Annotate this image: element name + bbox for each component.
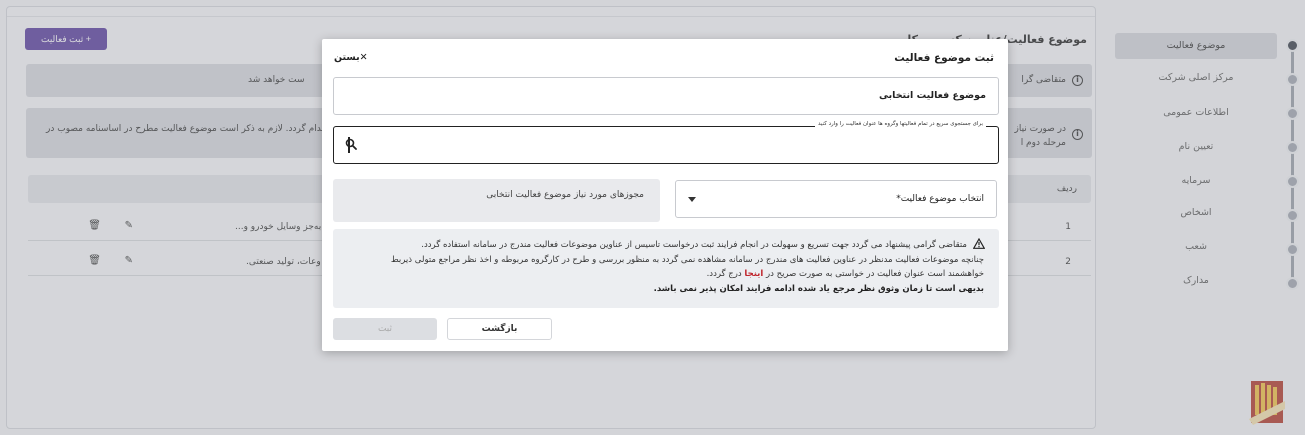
chevron-down-icon bbox=[688, 197, 696, 202]
required-licenses-panel: مجوزهای مورد نیاز موضوع فعالیت انتخابی bbox=[333, 179, 660, 222]
selected-activity-label: موضوع فعالیت انتخابی bbox=[878, 90, 986, 101]
activity-search-field[interactable]: برای جستجوی سریع در تمام فعالیتها وگروه … bbox=[333, 121, 999, 164]
warning-icon bbox=[973, 238, 985, 249]
select-label: انتخاب موضوع فعالیت* bbox=[896, 194, 984, 204]
notice-line-3-end: درج گردد. bbox=[706, 269, 742, 279]
notice-line-1: متقاضی گرامی پیشنهاد می گردد جهت تسریع و… bbox=[421, 240, 967, 250]
activity-subject-modal: ثبت موضوع فعالیت ✕بستن موضوع فعالیت انتخ… bbox=[322, 39, 1008, 351]
search-field-legend: برای جستجوی سریع در تمام فعالیتها وگروه … bbox=[815, 121, 986, 127]
close-icon: ✕ bbox=[359, 52, 368, 63]
close-button[interactable]: ✕بستن bbox=[334, 52, 368, 63]
notice-line-3-start: خواهشمند است عنوان فعالیت در خواستی به ص… bbox=[765, 269, 984, 279]
notice-line-3: خواهشمند است عنوان فعالیت در خواستی به ص… bbox=[707, 269, 984, 279]
activity-subject-select[interactable]: انتخاب موضوع فعالیت* bbox=[675, 180, 997, 218]
notice-line-4: بدیهی است تا زمان وثوق نظر مرجع یاد شده … bbox=[653, 284, 984, 294]
notice-panel: متقاضی گرامی پیشنهاد می گردد جهت تسریع و… bbox=[333, 229, 999, 308]
search-input[interactable] bbox=[364, 135, 984, 155]
back-button[interactable]: بازگشت bbox=[447, 318, 552, 340]
search-icon bbox=[345, 138, 357, 150]
here-link[interactable]: اینجا bbox=[744, 269, 763, 279]
required-licenses-label: مجوزهای مورد نیاز موضوع فعالیت انتخابی bbox=[486, 190, 644, 200]
notice-line-2: چنانچه موضوعات فعالیت مدنظر در عناوین فع… bbox=[390, 255, 984, 265]
selected-activity-field: موضوع فعالیت انتخابی bbox=[333, 77, 999, 115]
submit-button[interactable]: ثبت bbox=[333, 318, 437, 340]
text-caret bbox=[348, 137, 350, 153]
close-label: بستن bbox=[334, 52, 360, 63]
modal-title: ثبت موضوع فعالیت bbox=[894, 52, 994, 64]
